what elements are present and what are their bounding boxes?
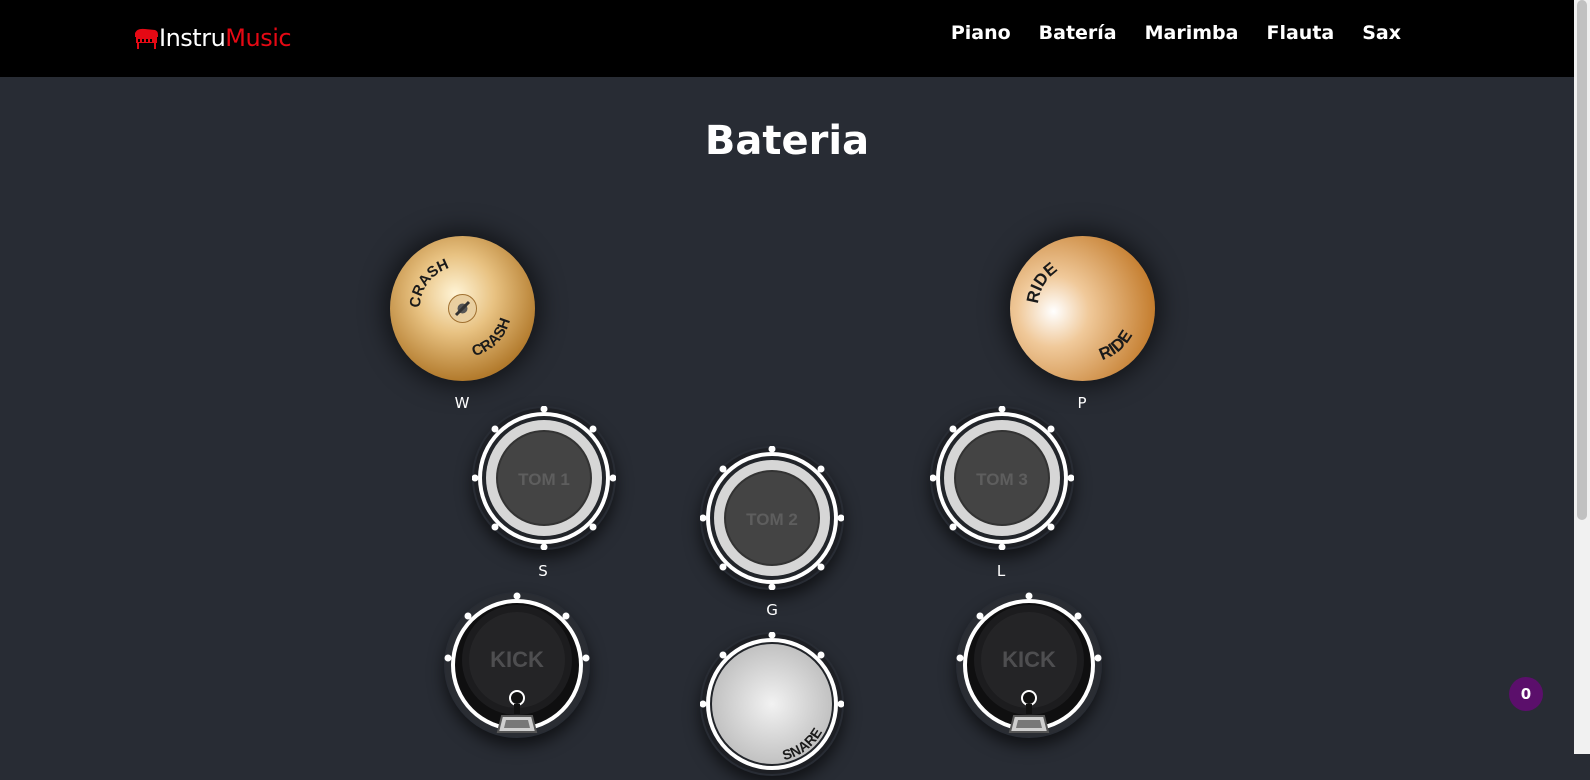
ride-cymbal-pad[interactable]: RIDE RIDE (1010, 236, 1155, 381)
nav-link-bateria[interactable]: Batería (1039, 22, 1117, 44)
hit-counter-badge[interactable]: 0 (1509, 677, 1543, 711)
nav-link-marimba[interactable]: Marimba (1145, 22, 1239, 44)
tom3-drum-pad[interactable]: TOM 3 (929, 405, 1075, 551)
crash-cymbal-pad[interactable]: CRASH CRASH (390, 236, 535, 381)
tom2-label: TOM 2 (746, 510, 798, 529)
page-title: Bateria (704, 118, 870, 164)
brand-logo[interactable]: Instru Music (133, 20, 292, 56)
nav-link-sax[interactable]: Sax (1362, 22, 1401, 44)
scrollbar-thumb[interactable] (1577, 0, 1587, 520)
tom2-key-hint: G (766, 601, 778, 619)
nav-links: Piano Batería Marimba Flauta Sax (951, 22, 1401, 44)
kick-left-drum-pad[interactable]: KICK (444, 592, 590, 738)
tom3-key-hint: L (996, 562, 1006, 580)
tom3-label: TOM 3 (976, 470, 1028, 489)
page-scrollbar[interactable] (1574, 0, 1590, 754)
snare-drum-pad[interactable]: SNARE (699, 631, 845, 776)
tom2-drum-pad[interactable]: TOM 2 (699, 445, 845, 591)
kick-left-label: KICK (490, 647, 544, 672)
navbar: Instru Music Piano Batería Marimba Flauta… (0, 0, 1574, 77)
kick-right-drum-pad[interactable]: KICK (956, 592, 1102, 738)
nav-link-flauta[interactable]: Flauta (1266, 22, 1334, 44)
tom1-drum-pad[interactable]: TOM 1 (471, 405, 617, 551)
tom1-label: TOM 1 (518, 470, 570, 489)
tom1-key-hint: S (538, 562, 548, 580)
brand-name-part2: Music (225, 24, 292, 52)
piano-icon (135, 28, 158, 49)
kick-right-label: KICK (1002, 647, 1056, 672)
nav-link-piano[interactable]: Piano (951, 22, 1011, 44)
brand-name-part1: Instru (159, 24, 226, 52)
